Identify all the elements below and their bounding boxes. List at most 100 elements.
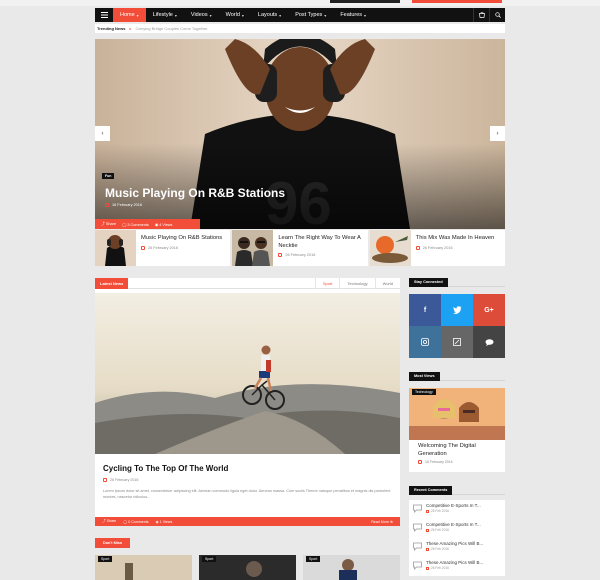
blog-icon[interactable] bbox=[441, 326, 473, 358]
calendar-icon bbox=[426, 509, 429, 513]
top-strip bbox=[0, 0, 600, 6]
comment-icon bbox=[413, 561, 422, 570]
sidebar-stay-connected: Stay Connected f G+ bbox=[409, 277, 505, 358]
thumb-card[interactable]: Learn The Right Way To Wear A Necktie 26 … bbox=[232, 230, 368, 266]
calendar-icon bbox=[426, 566, 429, 570]
thumb-card[interactable]: Music Playing On R&B Stations 26 February… bbox=[95, 230, 231, 266]
tab-world[interactable]: World bbox=[374, 278, 400, 289]
dont-miss-tag[interactable]: Sport bbox=[306, 556, 321, 562]
latest-comments[interactable]: ◯ 0 Comments bbox=[123, 520, 148, 524]
tab-sport[interactable]: Sport bbox=[314, 278, 340, 289]
hero-category-badge[interactable]: Fun bbox=[102, 173, 115, 179]
latest-article-excerpt: Lorem ipsum dolor sit amet, consectetuer… bbox=[103, 489, 391, 500]
chat-icon[interactable] bbox=[473, 326, 505, 358]
nav-features[interactable]: Features ▾ bbox=[333, 8, 373, 22]
nav-post-types[interactable]: Post Types ▾ bbox=[288, 8, 333, 22]
calendar-icon bbox=[426, 547, 429, 551]
dont-miss-card[interactable]: Sport bbox=[95, 555, 192, 580]
recent-comments-label: Recent Comments bbox=[409, 485, 453, 495]
main-nav: Home ▾ Lifestyle ▾ Videos ▾ World ▾ Layouts ▾… bbox=[95, 8, 505, 22]
featured-thumbs: Music Playing On R&B Stations 26 February… bbox=[95, 230, 505, 266]
calendar-icon bbox=[426, 528, 429, 532]
calendar-icon bbox=[105, 203, 109, 207]
dont-miss-tag[interactable]: Sport bbox=[202, 556, 217, 562]
nav-home[interactable]: Home ▾ bbox=[113, 8, 146, 22]
chevron-left-icon: ‹ bbox=[101, 130, 104, 137]
trending-bar: Trending News ▸ Carrying Bridge Couples … bbox=[95, 24, 505, 33]
most-views-card[interactable]: Technology Welcoming The Digital Generat… bbox=[409, 388, 505, 472]
slider-next-button[interactable]: › bbox=[490, 126, 505, 141]
thumb-image bbox=[232, 230, 274, 266]
nav-layouts[interactable]: Layouts ▾ bbox=[251, 8, 288, 22]
latest-article-image[interactable] bbox=[95, 293, 400, 454]
trending-headline[interactable]: Carrying Bridge Couples Come Together bbox=[135, 26, 207, 31]
stay-connected-label: Stay Connected bbox=[409, 277, 448, 287]
hero-share[interactable]: ⤴ Share bbox=[101, 222, 116, 227]
latest-article-title[interactable]: Cycling To The Top Of The World bbox=[103, 464, 228, 473]
comment-item[interactable]: These Amazing Pics Will B... 26 Feb 2016 bbox=[409, 538, 505, 557]
hero-views: ◉ 4 Views bbox=[154, 222, 173, 227]
google-plus-icon[interactable]: G+ bbox=[473, 294, 505, 326]
most-views-tag[interactable]: Technology bbox=[412, 389, 436, 395]
comment-item[interactable]: Competitive E-Sports In T... 26 Feb 2016 bbox=[409, 519, 505, 538]
latest-news-panel: Latest News Sport Technology World Cycli… bbox=[95, 277, 400, 526]
instagram-icon[interactable] bbox=[409, 326, 441, 358]
calendar-icon bbox=[278, 253, 283, 258]
latest-news-header: Latest News Sport Technology World bbox=[95, 277, 400, 289]
thumb-card[interactable]: This Mix Was Made In Heaven 26 February 2… bbox=[369, 230, 505, 266]
thumb-date: 26 February 2016 bbox=[415, 245, 495, 250]
sidebar-recent-comments: Recent Comments Competitive E-Sports In … bbox=[409, 485, 505, 576]
facebook-icon[interactable]: f bbox=[409, 294, 441, 326]
most-views-image bbox=[409, 388, 505, 440]
most-views-label: Most Views bbox=[409, 371, 440, 381]
dont-miss-card[interactable]: Sport bbox=[303, 555, 400, 580]
nav-videos[interactable]: Videos ▾ bbox=[184, 8, 219, 22]
dont-miss-row: Sport Sport Sport bbox=[95, 555, 400, 580]
calendar-icon bbox=[141, 245, 145, 250]
thumb-image bbox=[369, 230, 411, 266]
hero-title[interactable]: Music Playing On R&B Stations bbox=[105, 186, 285, 200]
read-more-link[interactable]: Read More ⊕ bbox=[371, 520, 393, 524]
twitter-icon[interactable] bbox=[441, 294, 473, 326]
comment-item[interactable]: These Amazing Pics Will B... 26 Feb 2016 bbox=[409, 557, 505, 576]
calendar-icon bbox=[103, 478, 107, 482]
tab-technology[interactable]: Technology bbox=[339, 278, 374, 289]
latest-views: ◉ 1 Views bbox=[155, 519, 173, 524]
dont-miss-tag[interactable]: Sport bbox=[98, 556, 113, 562]
comment-item[interactable]: Competitive E-Sports In T... 26 Feb 2016 bbox=[409, 500, 505, 519]
latest-share[interactable]: ⤴ Share bbox=[102, 519, 116, 524]
calendar-icon bbox=[415, 245, 420, 250]
comment-icon bbox=[413, 504, 422, 513]
hamburger-icon[interactable] bbox=[95, 8, 113, 22]
latest-article-date: 26 February 2016 bbox=[103, 478, 138, 482]
sidebar-most-views: Most Views Technology Welcoming The Digi… bbox=[409, 371, 505, 472]
calendar-icon bbox=[418, 460, 422, 465]
hero-image: 96 bbox=[95, 39, 505, 229]
search-icon[interactable] bbox=[489, 8, 505, 22]
hero-date: 16 February 2016 bbox=[105, 203, 142, 207]
thumb-date: 26 February 2016 bbox=[141, 245, 222, 250]
comment-icon bbox=[413, 523, 422, 532]
slider-prev-button[interactable]: ‹ bbox=[95, 126, 110, 141]
most-views-date: 16 February 2016 bbox=[409, 458, 505, 466]
hero-comments[interactable]: ◯ 3 Comments bbox=[122, 222, 149, 227]
dont-miss-label: Don't Miss bbox=[95, 538, 130, 548]
most-views-title[interactable]: Welcoming The Digital Generation bbox=[409, 440, 505, 458]
latest-meta-bar: ⤴ Share ◯ 0 Comments ◉ 1 Views Read More… bbox=[95, 517, 400, 526]
dont-miss-card[interactable]: Sport bbox=[199, 555, 296, 580]
trending-label: Trending News bbox=[97, 26, 126, 31]
thumb-date: 26 February 2016 bbox=[278, 253, 367, 258]
thumb-title[interactable]: Learn The Right Way To Wear A Necktie bbox=[278, 235, 367, 250]
hero-slider[interactable]: 96 ‹ › Fun Music Playing On R&B Stations… bbox=[95, 39, 505, 229]
cart-icon[interactable] bbox=[473, 8, 489, 22]
hero-meta-bar: ⤴ Share ◯ 3 Comments ◉ 4 Views bbox=[95, 219, 200, 229]
thumb-image bbox=[95, 230, 136, 266]
thumb-title[interactable]: Music Playing On R&B Stations bbox=[141, 235, 222, 243]
thumb-title[interactable]: This Mix Was Made In Heaven bbox=[416, 235, 495, 243]
chevron-right-icon: › bbox=[496, 130, 499, 137]
latest-news-label: Latest News bbox=[95, 277, 129, 289]
trending-arrow-icon: ▸ bbox=[129, 26, 132, 31]
nav-world[interactable]: World ▾ bbox=[219, 8, 251, 22]
nav-lifestyle[interactable]: Lifestyle ▾ bbox=[146, 8, 184, 22]
comment-icon bbox=[413, 542, 422, 551]
